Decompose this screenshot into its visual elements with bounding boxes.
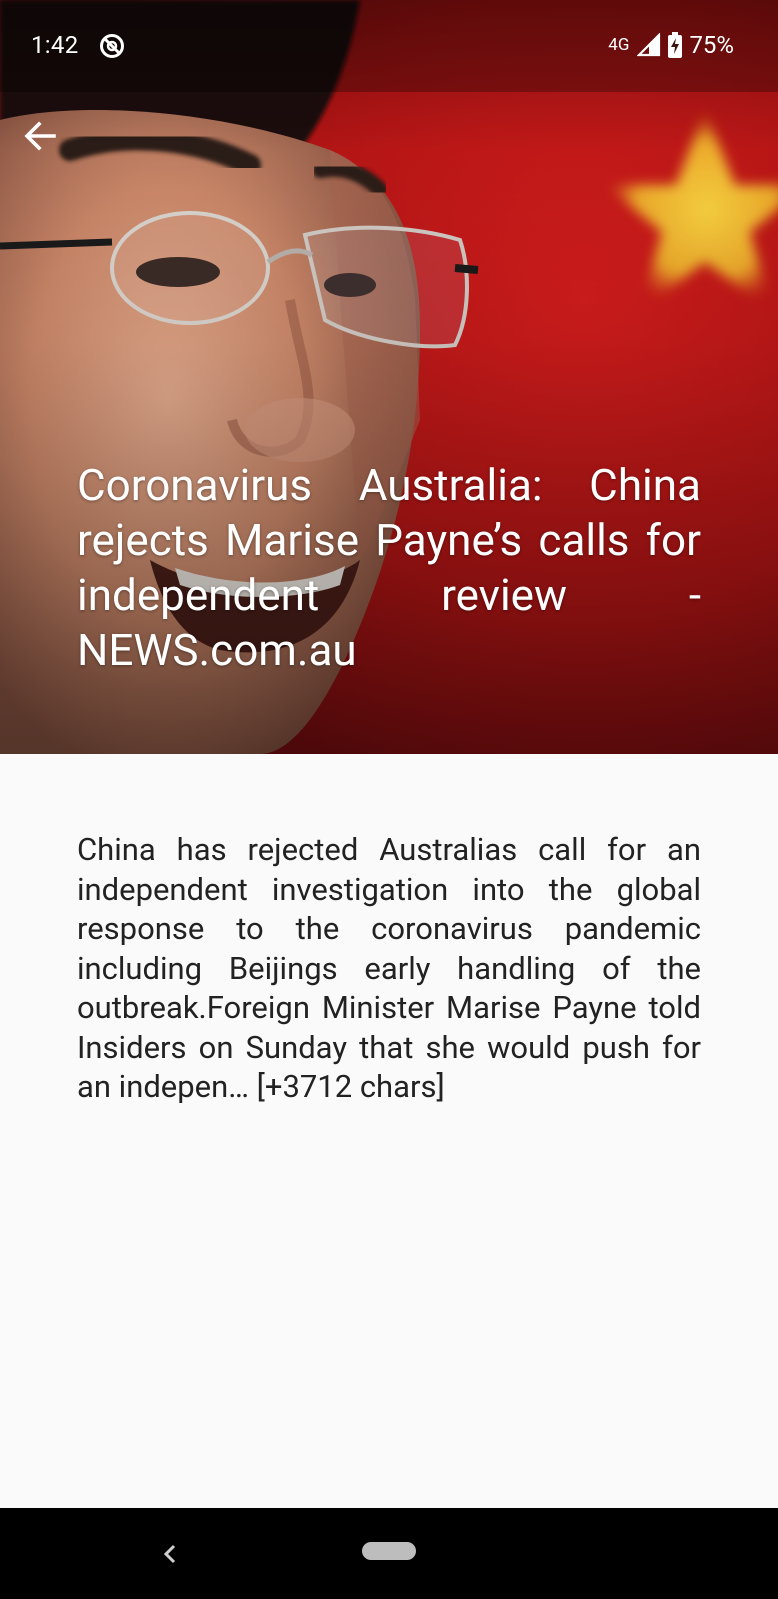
article-body: China has rejected Australias call for a…: [77, 831, 701, 1105]
arrow-left-icon: [24, 121, 56, 151]
status-time: 1:42: [31, 31, 79, 59]
network-type: 4G: [608, 35, 630, 55]
do-not-disturb-icon: [100, 34, 124, 58]
back-button[interactable]: [16, 112, 64, 160]
status-indicators: 4G 75%: [608, 31, 734, 59]
status-bar: 1:42 4G 75%: [0, 0, 778, 92]
battery-level: 75%: [689, 31, 734, 59]
home-pill[interactable]: [362, 1542, 416, 1560]
article-title: Coronavirus Australia: China rejects Mar…: [77, 459, 701, 676]
cell-signal-icon: [637, 33, 661, 57]
chevron-left-icon[interactable]: [156, 1538, 182, 1570]
battery-charging-icon: [668, 32, 683, 58]
